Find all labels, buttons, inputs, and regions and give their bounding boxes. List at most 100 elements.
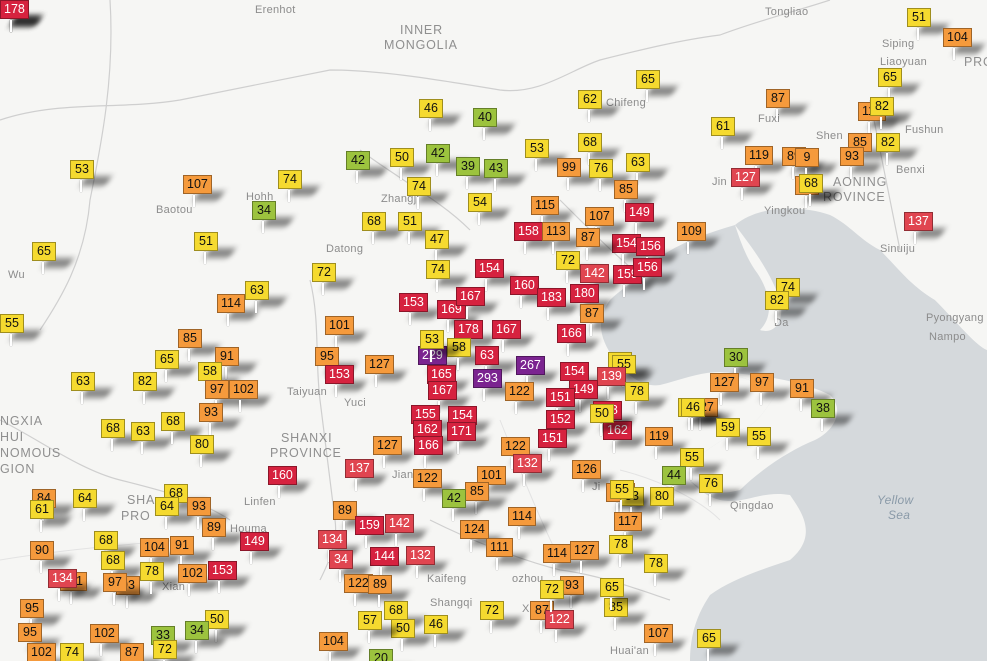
place-inner-mongolia-2: MONGOLIA [384,38,458,52]
aqi-value: 132 [406,546,435,565]
aqi-value: 87 [120,643,144,661]
aqi-value: 127 [710,373,739,392]
aqi-value: 160 [510,276,539,295]
aqi-value: 39 [456,157,480,176]
marker-pole [646,90,648,102]
marker-pole [809,194,811,206]
marker-pole [113,593,115,605]
aqi-value: 20 [369,649,393,661]
marker-pole [643,278,645,290]
aqi-value: 47 [425,230,449,249]
place-erenhot: Erenhot [255,4,296,16]
aqi-value: 46 [424,615,448,634]
place-ningxia-2: HUI [0,430,24,444]
aqi-value: 178 [454,320,483,339]
aqi-value: 159 [355,516,384,535]
marker-pole [378,595,380,607]
aqi-value: 102 [229,380,258,399]
aqi-value: 38 [811,399,835,418]
aqi-value: 90 [30,541,54,560]
aqi-value: 50 [590,404,614,423]
aqi-value: 78 [625,382,649,401]
marker-pole [518,527,520,539]
aqi-value: 68 [94,531,118,550]
aqi-value: 63 [626,153,650,172]
marker-pole [250,552,252,564]
aqi-value: 82 [133,372,157,391]
marker-pole [195,641,197,653]
marker-pole [80,180,82,192]
aqi-value: 85 [465,482,489,501]
aqi-value: 115 [531,196,559,215]
aqi-value: 152 [546,410,575,429]
place-shanxi-2: PROVINCE [270,446,342,460]
marker-pole [354,594,356,606]
place-zaozhuang: ozhou [512,573,544,585]
marker-pole [478,213,480,225]
aqi-value: 76 [699,474,723,493]
aqi-value: 142 [385,514,414,533]
aqi-value: 68 [101,551,125,570]
aqi-value: 93 [187,497,211,516]
aqi-value: 55 [747,427,771,446]
marker-pole [613,441,615,453]
marker-pole [466,177,468,189]
place-sinuiju: Sinuiju [880,243,916,255]
aqi-value: 104 [943,28,972,47]
place-shanxi-1: SHANXI [281,431,333,445]
aqi-value: 167 [456,287,485,306]
marker-pole [165,370,167,382]
marker-pole [335,385,337,397]
aqi-value: 42 [346,151,370,170]
marker-pole [614,618,616,630]
place-yingkou: Yingkou [764,205,806,217]
aqi-value: 85 [178,329,202,348]
aqi-value: 64 [73,489,97,508]
marker-pole [111,439,113,451]
marker-pole [553,564,555,576]
aqi-value: 78 [609,535,633,554]
aqi-value: 50 [390,148,414,167]
aqi-value: 82 [765,291,789,310]
place-qingdao: Qingdao [730,500,774,512]
aqi-value: 101 [325,316,354,335]
marker-pole [466,307,468,319]
aqi-value: 53 [525,139,549,158]
marker-pole [655,447,657,459]
aqi-value: 91 [170,536,194,555]
aqi-value: 74 [278,170,302,189]
aqi-value: 65 [636,70,660,89]
marker-pole [483,389,485,401]
aqi-value: 72 [153,640,177,659]
marker-pole [365,536,367,548]
aqi-value: 68 [101,419,125,438]
aqi-value: 65 [32,242,56,261]
aqi-value: 178 [0,0,29,19]
marker-pole [821,419,823,431]
aqi-value: 93 [199,403,223,422]
aqi-value: 62 [578,90,602,109]
place-taiyuan: Taiyuan [287,386,328,398]
aqi-value: 30 [724,348,748,367]
aqi-value: 109 [677,222,706,241]
aqi-value: 153 [208,561,237,580]
aqi-value: 89 [333,501,357,520]
place-yellow-sea-2: Sea [888,508,911,522]
aqi-value: 40 [473,108,497,127]
place-shen: Shen [816,130,843,142]
place-benxi: Benxi [896,164,926,176]
aqi-value: 167 [492,320,521,339]
aqi-value: 64 [155,497,179,516]
marker-pole [586,248,588,260]
marker-pole [494,179,496,191]
marker-pole [322,283,324,295]
aqi-value: 93 [840,147,864,166]
marker-pole [204,252,206,264]
air-quality-map[interactable]: Erenhot INNER MONGOLIA Tongliao Siping L… [0,0,987,661]
aqi-value: 107 [644,624,673,643]
aqi-value: 72 [312,263,336,282]
aqi-value: 293 [473,369,502,388]
aqi-value: 55 [0,314,24,333]
marker-pole [58,589,60,601]
aqi-value: 151 [546,388,575,407]
